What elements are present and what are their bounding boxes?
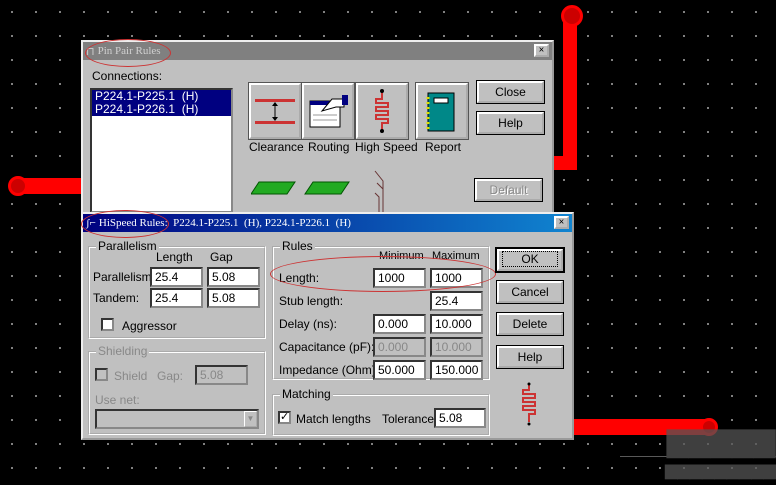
routing-icon <box>309 95 348 128</box>
rules-group: Rules Minimum Maximum Length: 1000 1000 … <box>270 239 496 380</box>
connections-list[interactable]: P224.1-P225.1 (H) P224.1-P226.1 (H) <box>90 88 233 213</box>
high-speed-label: High Speed <box>355 140 418 154</box>
tandem-length-input[interactable]: 25.4 <box>150 288 203 308</box>
impedance-min-input[interactable]: 50.000 <box>373 360 426 380</box>
pcb-pad <box>561 5 583 27</box>
tolerance-input[interactable]: 5.08 <box>434 408 486 428</box>
length-col-header: Length <box>156 250 193 264</box>
report-icon <box>426 92 455 132</box>
stub-length-label: Stub length: <box>279 294 344 308</box>
annotation-oval <box>81 210 169 238</box>
chevron-down-icon: ▼ <box>244 411 257 427</box>
shield-gap-input: 5.08 <box>195 365 248 385</box>
high-speed-icon <box>522 382 536 426</box>
shield-label: Shield <box>114 369 148 383</box>
high-speed-icon <box>375 89 389 133</box>
aggressor-checkbox[interactable] <box>101 318 114 331</box>
clearance-label: Clearance <box>249 140 304 154</box>
help-button[interactable]: Help <box>476 111 545 135</box>
parallelism-label: Parallelism: <box>93 270 156 284</box>
default-button: Default <box>474 178 543 202</box>
gap-col-header: Gap <box>210 250 233 264</box>
watermark: ▇▇▇▇▇ ▆▆▆▆▆▆▆▆▆ <box>620 428 776 481</box>
close-icon[interactable]: × <box>554 216 569 229</box>
impedance-label: Impedance (Ohm): <box>279 363 380 377</box>
clearance-icon <box>255 99 295 124</box>
matching-group: Matching ✓ Match lengths Tolerance 5.08 <box>272 387 490 436</box>
high-speed-button[interactable] <box>355 82 409 140</box>
connections-label: Connections: <box>92 69 163 83</box>
help-button[interactable]: Help <box>496 345 564 369</box>
delete-button[interactable]: Delete <box>496 312 564 336</box>
aggressor-label: Aggressor <box>122 319 177 333</box>
clearance-button[interactable] <box>248 82 302 140</box>
net-traces-icon <box>374 170 384 215</box>
shielding-group: Shielding Shield Gap: 5.08 Use net: ▼ <box>88 344 266 435</box>
capacitance-max-input: 10.000 <box>430 337 483 357</box>
parallelism-gap-input[interactable]: 5.08 <box>207 267 260 287</box>
list-item[interactable]: P224.1-P226.1 (H) <box>92 103 231 116</box>
tandem-label: Tandem: <box>93 291 140 305</box>
pin-pair-rules-dialog: ⊓ Pin Pair Rules × Connections: P224.1-P… <box>81 39 554 220</box>
delay-min-input[interactable]: 0.000 <box>373 314 426 334</box>
parallelism-length-input[interactable]: 25.4 <box>150 267 203 287</box>
pcb-trace <box>563 15 577 170</box>
use-net-label: Use net: <box>95 393 140 407</box>
delay-label: Delay (ns): <box>279 317 338 331</box>
tandem-gap-input[interactable]: 5.08 <box>207 288 260 308</box>
pcb-pad <box>8 176 28 196</box>
board-icon <box>251 181 350 195</box>
hispeed-rules-dialog: ʃ⌐ HiSpeed Rules: P224.1-P225.1 (H), P22… <box>81 210 574 440</box>
close-icon[interactable]: × <box>534 44 549 57</box>
report-label: Report <box>425 140 462 154</box>
gap-label: Gap: <box>157 369 184 383</box>
pcb-trace <box>553 156 577 170</box>
capacitance-label: Capacitance (pF): <box>279 340 375 354</box>
shield-checkbox <box>95 368 108 381</box>
cancel-button[interactable]: Cancel <box>496 280 564 304</box>
report-button[interactable] <box>415 82 469 140</box>
ok-button[interactable]: OK <box>495 247 565 273</box>
parallelism-group: Parallelism Length Gap Parallelism: 25.4… <box>88 239 266 339</box>
match-lengths-label: Match lengths <box>296 412 371 426</box>
annotation-oval <box>270 256 496 292</box>
close-button[interactable]: Close <box>476 80 545 104</box>
tolerance-label: Tolerance <box>382 412 435 426</box>
use-net-select: ▼ <box>95 409 259 429</box>
routing-label: Routing <box>308 140 350 154</box>
impedance-max-input[interactable]: 150.000 <box>430 360 483 380</box>
stub-length-max-input[interactable]: 25.4 <box>430 291 483 311</box>
match-lengths-checkbox[interactable]: ✓ <box>278 411 291 424</box>
delay-max-input[interactable]: 10.000 <box>430 314 483 334</box>
routing-button[interactable] <box>301 82 355 140</box>
annotation-oval <box>85 39 171 67</box>
capacitance-min-input: 0.000 <box>373 337 426 357</box>
